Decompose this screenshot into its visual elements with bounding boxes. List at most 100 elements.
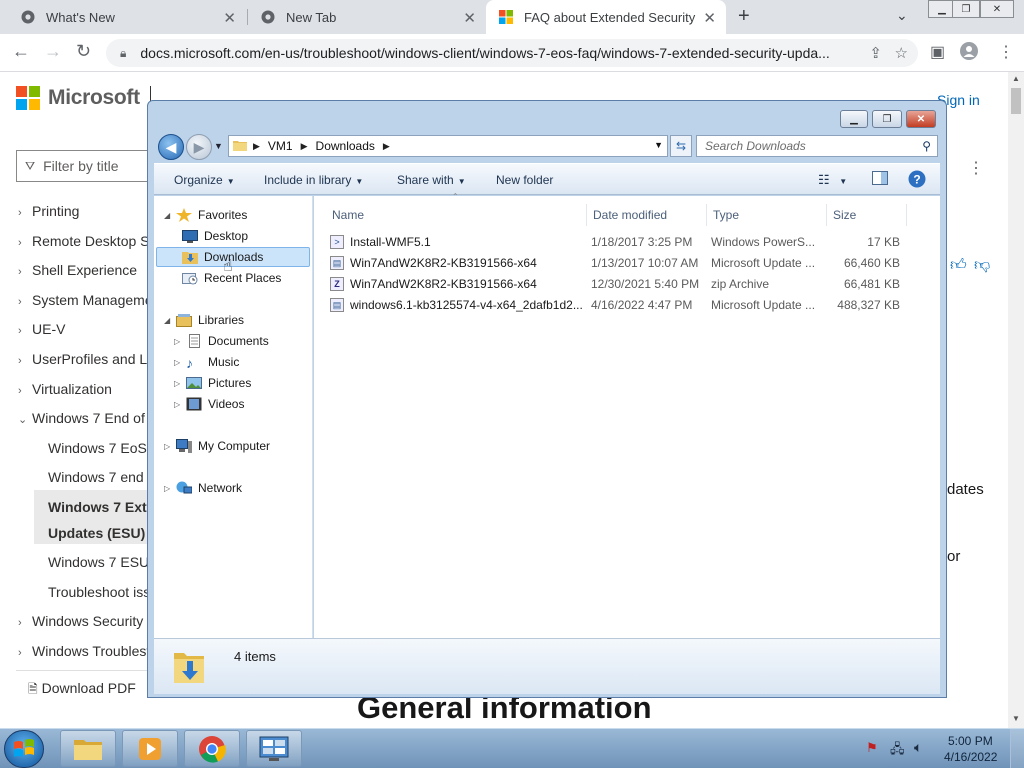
- thumbs-up-icon[interactable]: 👍︎: [950, 256, 967, 275]
- close-window-button[interactable]: ✕: [980, 0, 1014, 18]
- clock-time[interactable]: 5:00 PM: [948, 734, 993, 748]
- scroll-down-arrow-icon[interactable]: ▼: [1012, 714, 1020, 723]
- explorer-title-bar[interactable]: ▁ ❐ ✕: [148, 101, 946, 131]
- side-panel-icon[interactable]: ▣: [930, 42, 945, 62]
- nav-documents[interactable]: ▷ Documents: [174, 334, 269, 348]
- breadcrumb-arrow-icon[interactable]: ▶: [301, 141, 308, 152]
- network-tray-icon[interactable]: 🖧︎: [890, 740, 905, 762]
- collapsed-arrow-icon[interactable]: ▷: [164, 442, 174, 451]
- bookmark-star-icon[interactable]: ☆: [895, 44, 908, 62]
- tab-faq-esu[interactable]: FAQ about Extended Security Up ✕: [486, 0, 726, 34]
- nav-videos[interactable]: ▷ Videos: [174, 397, 244, 411]
- include-in-library-button[interactable]: Include in library ▼: [264, 173, 363, 187]
- show-desktop-button[interactable]: [1010, 729, 1024, 768]
- column-header-name[interactable]: Name: [332, 208, 364, 222]
- close-tab-icon[interactable]: ✕: [223, 9, 236, 27]
- collapsed-arrow-icon[interactable]: ▷: [164, 484, 174, 493]
- download-pdf-link[interactable]: 🗎︎ Download PDF: [28, 680, 136, 701]
- collapsed-arrow-icon[interactable]: ▷: [174, 400, 184, 409]
- nav-music[interactable]: ▷ ♪ Music: [174, 355, 239, 371]
- breadcrumb[interactable]: ▶ VM1 ▶ Downloads ▶ ▼: [228, 135, 668, 157]
- action-center-flag-icon[interactable]: ⚑: [866, 740, 878, 756]
- scrollbar-thumb[interactable]: [1011, 88, 1021, 114]
- explorer-minimize-button[interactable]: ▁: [840, 110, 868, 128]
- taskbar-file-explorer-button[interactable]: [60, 730, 116, 767]
- column-divider[interactable]: [826, 204, 827, 226]
- help-icon[interactable]: ?: [908, 170, 926, 191]
- toc-item[interactable]: ⌄ Windows 7 End of: [18, 410, 145, 426]
- toc-item[interactable]: › Remote Desktop Se: [18, 233, 157, 249]
- toc-item[interactable]: › UserProfiles and Lo: [18, 351, 155, 367]
- column-divider[interactable]: [706, 204, 707, 226]
- organize-menu-button[interactable]: Organize ▼: [174, 173, 235, 187]
- nav-favorites[interactable]: ◢ Favorites: [164, 208, 247, 222]
- nav-my-computer[interactable]: ▷ My Computer: [164, 439, 270, 453]
- start-button[interactable]: [4, 730, 44, 768]
- thumbs-down-icon[interactable]: 👎︎: [974, 256, 990, 275]
- toc-item[interactable]: › System Manageme: [18, 292, 153, 308]
- nav-desktop[interactable]: Desktop: [182, 229, 248, 243]
- toc-item[interactable]: Windows 7 EoS: [48, 440, 147, 456]
- back-arrow-icon[interactable]: ◀: [158, 134, 184, 160]
- tab-search-chevron-icon[interactable]: ⌄: [896, 7, 908, 24]
- tab-new-tab[interactable]: New Tab ✕: [248, 0, 486, 34]
- explorer-close-button[interactable]: ✕: [906, 110, 936, 128]
- file-row[interactable]: > Install-WMF5.1 1/18/2017 3:25 PM Windo…: [330, 232, 910, 252]
- nav-pictures[interactable]: ▷ Pictures: [174, 376, 251, 390]
- address-bar[interactable]: 🔒︎ docs.microsoft.com/en-us/troubleshoot…: [106, 39, 918, 67]
- explorer-maximize-button[interactable]: ❐: [872, 110, 902, 128]
- forward-arrow-icon[interactable]: →: [44, 41, 62, 62]
- new-tab-plus-icon[interactable]: +: [738, 5, 750, 28]
- reload-icon[interactable]: ↻: [76, 41, 91, 62]
- back-arrow-icon[interactable]: ←: [12, 41, 30, 62]
- toc-item[interactable]: › Windows Security: [18, 613, 143, 629]
- profile-avatar-icon[interactable]: [960, 42, 978, 65]
- volume-speaker-icon[interactable]: 🔈︎: [914, 739, 922, 756]
- preview-pane-icon[interactable]: [872, 171, 888, 188]
- close-tab-icon[interactable]: ✕: [463, 9, 476, 27]
- toc-item[interactable]: › UE-V: [18, 321, 65, 337]
- microsoft-logo[interactable]: Microsoft: [16, 86, 140, 110]
- toc-item[interactable]: › Windows Troublest: [18, 643, 150, 659]
- restore-button[interactable]: ❐: [952, 0, 980, 18]
- nav-network[interactable]: ▷ Network: [164, 481, 242, 495]
- toc-item[interactable]: Troubleshoot iss: [48, 584, 150, 600]
- collapsed-arrow-icon[interactable]: ▷: [174, 358, 184, 367]
- taskbar-chrome-button[interactable]: [184, 730, 240, 767]
- collapsed-arrow-icon[interactable]: ▷: [174, 379, 184, 388]
- breadcrumb-arrow-icon[interactable]: ▶: [253, 141, 260, 152]
- close-tab-icon[interactable]: ✕: [703, 9, 716, 27]
- change-view-icon[interactable]: ☷ ▼: [818, 172, 847, 188]
- file-row[interactable]: ▤ windows6.1-kb3125574-v4-x64_2dafb1d2..…: [330, 295, 910, 315]
- page-scrollbar[interactable]: ▲ ▼: [1008, 72, 1024, 728]
- toc-item[interactable]: › Virtualization: [18, 381, 112, 397]
- refresh-icon[interactable]: ⇆: [670, 135, 692, 157]
- share-with-button[interactable]: Share with ▼: [397, 173, 466, 187]
- breadcrumb-item[interactable]: VM1: [268, 139, 293, 153]
- share-icon[interactable]: ⇪: [869, 44, 882, 62]
- more-options-icon[interactable]: ⋮: [968, 158, 984, 178]
- forward-arrow-icon[interactable]: ▶: [186, 134, 212, 160]
- recent-pages-dropdown-icon[interactable]: ▼: [214, 141, 223, 151]
- filter-by-title-input[interactable]: ⛛ Filter by title: [16, 150, 156, 182]
- scroll-up-arrow-icon[interactable]: ▲: [1012, 74, 1020, 83]
- browser-menu-icon[interactable]: ⋮: [998, 42, 1014, 62]
- expanded-arrow-icon[interactable]: ◢: [164, 211, 174, 220]
- address-history-dropdown-icon[interactable]: ▼: [654, 140, 663, 150]
- expanded-arrow-icon[interactable]: ◢: [164, 316, 174, 325]
- column-header-size[interactable]: Size: [833, 208, 856, 222]
- search-icon[interactable]: ⚲: [922, 139, 931, 153]
- toc-item[interactable]: › Shell Experience: [18, 262, 137, 278]
- column-divider[interactable]: [906, 204, 907, 226]
- toc-item[interactable]: Windows 7 end: [48, 469, 144, 485]
- clock-date[interactable]: 4/16/2022: [944, 750, 997, 764]
- toc-item-selected[interactable]: Updates (ESU): [48, 525, 145, 541]
- toc-item[interactable]: Windows 7 ESU: [48, 554, 149, 570]
- file-row[interactable]: ▤ Win7AndW2K8R2-KB3191566-x64 1/13/2017 …: [330, 253, 910, 273]
- nav-libraries[interactable]: ◢ Libraries: [164, 313, 244, 327]
- breadcrumb-item[interactable]: Downloads: [316, 139, 375, 153]
- taskbar-media-player-button[interactable]: [122, 730, 178, 767]
- search-downloads-input[interactable]: Search Downloads ⚲: [696, 135, 938, 157]
- file-row[interactable]: Z Win7AndW2K8R2-KB3191566-x64 12/30/2021…: [330, 274, 910, 294]
- column-divider[interactable]: [586, 204, 587, 226]
